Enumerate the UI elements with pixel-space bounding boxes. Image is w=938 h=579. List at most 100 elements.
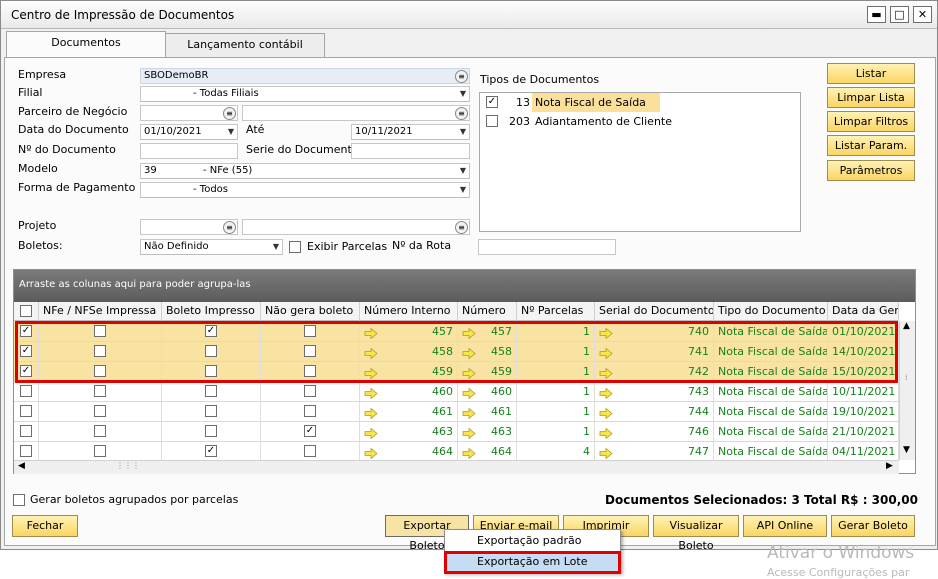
minimize-button[interactable]: ▬ — [867, 6, 886, 23]
tab-documentos[interactable]: Documentos — [6, 31, 166, 58]
cell-data[interactable]: 21/10/2021 1 — [828, 422, 899, 441]
projeto-code-input[interactable]: ≡ — [140, 219, 238, 235]
cell-tipo[interactable]: Nota Fiscal de Saída — [714, 382, 828, 401]
tab-lancamento[interactable]: Lançamento contábil manual — [165, 33, 325, 73]
date-from-input[interactable]: 01/10/2021 ▼ — [140, 124, 238, 140]
nao-checkbox[interactable] — [304, 405, 316, 417]
list-item[interactable]: 203 Adiantamento de Cliente — [480, 112, 800, 131]
parametros-button[interactable]: Parâmetros — [827, 160, 915, 181]
projeto-name-input[interactable]: ≡ — [242, 219, 470, 235]
nao-checkbox[interactable]: ✓ — [304, 425, 316, 437]
col-header-tipo[interactable]: Tipo do Documento — [714, 302, 828, 321]
col-header-boleto[interactable]: Boleto Impresso — [162, 302, 261, 321]
cell-data[interactable]: 10/11/2021 1 — [828, 382, 899, 401]
nfe-checkbox[interactable] — [94, 445, 106, 457]
cell-tipo[interactable]: Nota Fiscal de Saída — [714, 422, 828, 441]
filial-dropdown[interactable]: - Todas Filiais ▼ — [140, 86, 470, 102]
link-arrow-icon[interactable] — [599, 386, 613, 400]
scroll-left-icon[interactable]: ◀ — [18, 461, 25, 471]
cell-serial[interactable]: 744 — [595, 402, 714, 421]
nao-checkbox[interactable] — [304, 385, 316, 397]
cell-parc[interactable]: 1 — [517, 382, 595, 401]
vertical-scrollbar[interactable]: ▲ ⁞ ▼ — [899, 321, 915, 460]
cell-parc[interactable]: 1 — [517, 402, 595, 421]
cell-interno[interactable]: 464 — [360, 442, 458, 461]
group-by-area[interactable]: Arraste as colunas aqui para poder agrup… — [14, 270, 915, 302]
serie-input[interactable] — [351, 143, 470, 159]
cell-data[interactable]: 04/11/2021 1 — [828, 442, 899, 461]
agrupar-checkbox[interactable] — [13, 494, 25, 506]
table-row[interactable]: 461 461 1 744 Nota Fiscal de Saída 19/10/2021… — [14, 402, 899, 422]
boletos-dropdown[interactable]: Não Definido ▼ — [140, 239, 283, 255]
col-header-nao-gera[interactable]: Não gera boleto — [261, 302, 360, 321]
scroll-down-icon[interactable]: ▼ — [903, 445, 910, 455]
limpar-lista-button[interactable]: Limpar Lista — [827, 87, 915, 108]
horizontal-scrollbar[interactable]: ◀ ⋮⋮⋮ ▶ — [14, 460, 899, 474]
sel-checkbox[interactable] — [20, 385, 32, 397]
link-arrow-icon[interactable] — [599, 446, 613, 460]
cell-numero[interactable]: 464 — [458, 442, 517, 461]
col-header-interno[interactable]: Número Interno — [360, 302, 458, 321]
cell-numero[interactable]: 460 — [458, 382, 517, 401]
cell-numero[interactable]: 461 — [458, 402, 517, 421]
link-arrow-icon[interactable] — [462, 446, 476, 460]
col-header-serial[interactable]: Serial do Documento — [595, 302, 714, 321]
bol-checkbox[interactable] — [205, 385, 217, 397]
choose-icon[interactable]: ≡ — [455, 221, 468, 234]
parceiro-code-input[interactable]: ≡ — [140, 105, 238, 121]
visualizar-boleto-button[interactable]: Visualizar Boleto — [653, 515, 739, 552]
cell-tipo[interactable]: Nota Fiscal de Saída — [714, 442, 828, 461]
limpar-filtros-button[interactable]: Limpar Filtros — [827, 111, 915, 132]
table-row[interactable]: ✓ 463 463 1 746 Nota Fiscal de Saída 21/10/202… — [14, 422, 899, 442]
exibir-parcelas-checkbox[interactable] — [289, 241, 301, 253]
listar-button[interactable]: Listar — [827, 63, 915, 84]
tipo-checkbox[interactable] — [486, 115, 498, 127]
date-to-input[interactable]: 10/11/2021 ▼ — [351, 124, 470, 140]
menu-item-exportacao-padrao[interactable]: Exportação padrão — [445, 531, 620, 552]
nao-checkbox[interactable] — [304, 445, 316, 457]
list-item[interactable]: ✓ 13 Nota Fiscal de Saída — [480, 93, 800, 112]
cell-parc[interactable]: 4 — [517, 442, 595, 461]
col-header-numero[interactable]: Número — [458, 302, 517, 321]
link-arrow-icon[interactable] — [462, 426, 476, 440]
bol-checkbox[interactable]: ✓ — [205, 445, 217, 457]
tipo-checkbox[interactable]: ✓ — [486, 96, 498, 108]
cell-tipo[interactable]: Nota Fiscal de Saída — [714, 402, 828, 421]
cell-serial[interactable]: 746 — [595, 422, 714, 441]
scroll-right-icon[interactable]: ▶ — [886, 461, 893, 471]
api-online-button[interactable]: API Online — [743, 515, 827, 537]
cell-interno[interactable]: 463 — [360, 422, 458, 441]
choose-icon[interactable]: ≡ — [223, 221, 236, 234]
fechar-button[interactable]: Fechar — [12, 515, 78, 537]
link-arrow-icon[interactable] — [364, 446, 378, 460]
cell-serial[interactable]: 747 — [595, 442, 714, 461]
nfe-checkbox[interactable] — [94, 425, 106, 437]
parceiro-name-input[interactable]: ≡ — [242, 105, 470, 121]
close-button[interactable]: ✕ — [913, 6, 932, 23]
rota-input[interactable] — [478, 239, 616, 255]
col-header-nfe[interactable]: NFe / NFSe Impressa — [39, 302, 162, 321]
menu-item-exportacao-lote[interactable]: Exportação em Lote — [444, 551, 621, 574]
nfe-checkbox[interactable] — [94, 385, 106, 397]
cell-data[interactable]: 19/10/2021 0 — [828, 402, 899, 421]
choose-icon[interactable]: ≡ — [455, 107, 468, 120]
sel-checkbox[interactable] — [20, 425, 32, 437]
table-row[interactable]: ✓ 464 464 4 747 Nota Fiscal de Saída 04/11/202… — [14, 442, 899, 462]
cell-interno[interactable]: 460 — [360, 382, 458, 401]
listar-param-button[interactable]: Listar Param. — [827, 135, 915, 156]
header-select-all[interactable] — [14, 302, 39, 321]
link-arrow-icon[interactable] — [462, 386, 476, 400]
link-arrow-icon[interactable] — [599, 406, 613, 420]
link-arrow-icon[interactable] — [599, 426, 613, 440]
choose-icon[interactable]: ≡ — [455, 70, 468, 83]
sel-checkbox[interactable] — [20, 445, 32, 457]
cell-parc[interactable]: 1 — [517, 422, 595, 441]
nfe-checkbox[interactable] — [94, 405, 106, 417]
bol-checkbox[interactable] — [205, 425, 217, 437]
gerar-boleto-button[interactable]: Gerar Boleto — [831, 515, 915, 537]
link-arrow-icon[interactable] — [462, 406, 476, 420]
bol-checkbox[interactable] — [205, 405, 217, 417]
choose-icon[interactable]: ≡ — [223, 107, 236, 120]
cell-interno[interactable]: 461 — [360, 402, 458, 421]
modelo-dropdown[interactable]: 39 - NFe (55) ▼ — [140, 163, 470, 179]
